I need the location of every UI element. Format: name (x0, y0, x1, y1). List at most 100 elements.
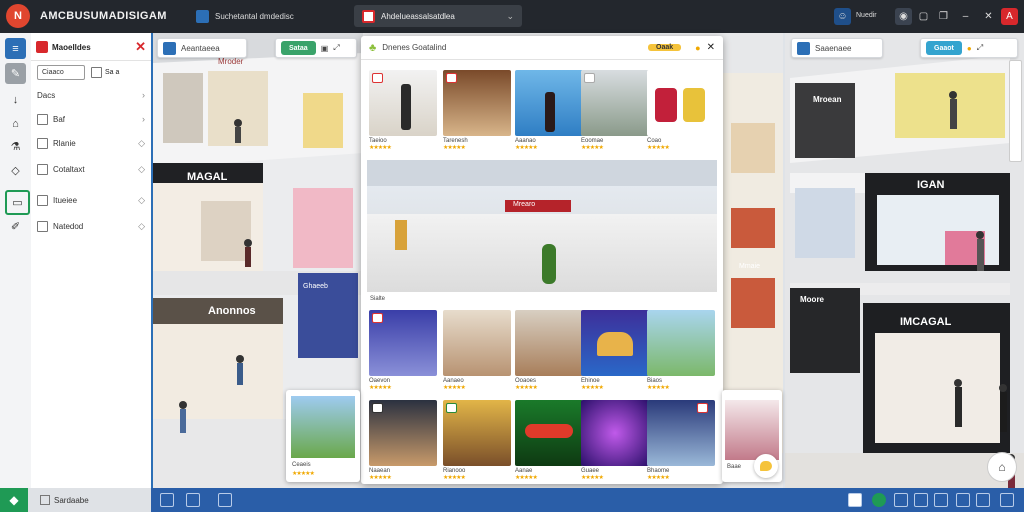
gallery-card[interactable]: Ehinoe ★★★★★ (581, 310, 649, 394)
flag-icon (362, 9, 375, 23)
checkbox[interactable] (37, 113, 48, 125)
user-avatar-icon[interactable]: ☺ (834, 8, 851, 25)
flask-tool-icon[interactable]: ⚗ (5, 136, 26, 157)
gallery-card[interactable]: Eoomae ★★★★★ (581, 70, 649, 154)
status-icon[interactable] (872, 493, 886, 507)
status-bar-label: Sardaabe (54, 495, 89, 505)
right-view-toolbar-label: Saaenaee (815, 43, 852, 53)
expand-icon[interactable]: ⤢ (333, 43, 339, 53)
gallery-card[interactable]: Naaean ★★★★★ (369, 400, 437, 484)
user-icon[interactable] (1000, 493, 1014, 507)
sidebar-item-natedod[interactable]: Natedod ◇ (37, 218, 145, 234)
checkbox[interactable] (37, 163, 48, 175)
pin-tool-icon[interactable]: ◇ (5, 160, 26, 181)
checkbox[interactable] (37, 194, 48, 206)
help-button[interactable]: ⌂ (987, 452, 1017, 482)
vertical-scrollbar[interactable] (1009, 60, 1022, 162)
pencil-tool-icon[interactable]: ✎ (5, 63, 26, 84)
thumbnail-image (581, 70, 649, 136)
store-sign: Mroder (218, 57, 244, 66)
gallery-card[interactable]: Ooaoes ★★★★★ (515, 310, 583, 394)
expand-icon[interactable]: ⤢ (977, 43, 983, 53)
sidebar-item-itueiee[interactable]: Itueiee ◇ (37, 192, 145, 208)
menu-icon[interactable]: ≡ (5, 38, 26, 59)
pin-icon: ◇ (138, 194, 145, 205)
thumbnail-image (443, 310, 511, 376)
image-icon[interactable] (848, 493, 862, 507)
tag-tool-icon[interactable]: ⌂ (5, 113, 26, 134)
sidebar-item-rlanie[interactable]: Rlanie ◇ (37, 135, 145, 151)
layers-icon[interactable] (186, 493, 200, 507)
gallery-card[interactable]: Aaanao ★★★★★ (515, 70, 583, 154)
gallery-title: Dnenes Goatalind (382, 43, 447, 52)
window-icon[interactable]: ▢ (915, 8, 932, 25)
tab-primary[interactable]: Suchetantal dmdedisc (196, 7, 341, 26)
bookmark-icon[interactable] (894, 493, 908, 507)
pin-icon: ◇ (138, 163, 145, 174)
gallery-card[interactable]: Taeioo ★★★★★ (369, 70, 437, 154)
filter-toggle[interactable]: Sa a (91, 67, 119, 78)
featured-image[interactable]: Mrearo (367, 160, 717, 292)
gallery-card[interactable]: Aanaeo ★★★★★ (443, 310, 511, 394)
gallery-card[interactable]: Aanae ★★★★★ (515, 400, 583, 484)
gallery-card[interactable]: Oaevon ★★★★★ (369, 310, 437, 394)
settings-icon[interactable] (976, 493, 990, 507)
card-rating: ★★★★★ (647, 145, 670, 151)
sidebar-item-cotaltaxt[interactable]: Cotaltaxt ◇ (37, 161, 145, 177)
tab-dropdown-label: Ahdelueassalsatdlea (381, 11, 455, 21)
panel-close-icon[interactable]: ✕ (135, 39, 146, 55)
checkbox[interactable] (40, 495, 50, 505)
status-bar (0, 488, 1024, 512)
bubble-icon[interactable]: ● (695, 43, 700, 53)
chat-icon[interactable]: ◉ (895, 8, 912, 25)
close-icon[interactable]: ✕ (707, 42, 715, 53)
gallery-card[interactable]: Rianooo ★★★★★ (443, 400, 511, 484)
pencil-icon[interactable] (934, 493, 948, 507)
grid-icon[interactable] (160, 493, 174, 507)
gallery-card[interactable]: Coao ★★★★★ (647, 70, 715, 154)
arrow-tool-icon[interactable]: ↓ (5, 89, 26, 110)
expand-icon[interactable] (218, 493, 232, 507)
card-rating: ★★★★★ (443, 145, 466, 151)
tab-dropdown[interactable]: Ahdelueassalsatdlea ⌄ (354, 5, 522, 27)
left-view-toolbar-label: Aeantaeea (181, 43, 220, 53)
gallery-card[interactable]: Bhaome ★★★★★ (647, 400, 715, 484)
list-icon[interactable] (956, 493, 970, 507)
thumbnail-image (647, 400, 715, 466)
chat-bubble-button[interactable] (754, 454, 778, 478)
left-view-pill[interactable]: Sataa (281, 41, 316, 55)
thumbnail-image (647, 70, 715, 136)
link-icon (196, 10, 209, 23)
star-icon[interactable]: ● (967, 44, 972, 53)
sidebar-item-label: Dacs (37, 90, 56, 100)
minimize-icon[interactable]: – (957, 8, 974, 25)
sidebar-item-baf[interactable]: Baf › (37, 111, 145, 127)
checkbox[interactable] (91, 67, 102, 78)
gallery-card[interactable]: Biaos ★★★★★ (647, 310, 715, 394)
right-view-pill[interactable]: Gaaot (926, 41, 962, 55)
gallery-card[interactable]: Guaee ★★★★★ (581, 400, 649, 484)
featured-label: Sialte (370, 296, 386, 302)
camera-icon[interactable] (163, 41, 176, 55)
mall-right-view: Mroean IGAN IMCAGAL Moore (785, 33, 1024, 488)
checkbox[interactable] (37, 220, 48, 232)
gallery-filter-pill[interactable]: Oaak (640, 41, 689, 55)
close-icon[interactable]: ✕ (980, 8, 997, 25)
folder-tool-icon[interactable]: ▭ (5, 190, 30, 215)
floating-card-left[interactable]: Ceaeis ★★★★★ (286, 390, 360, 482)
checkbox[interactable] (37, 137, 48, 149)
brand-icon[interactable]: A (1001, 8, 1018, 25)
gallery-card[interactable]: Tarenesh ★★★★★ (443, 70, 511, 154)
sidebar-item-label: Rlanie (53, 138, 76, 148)
card-rating: ★★★★★ (515, 145, 538, 151)
copy-icon[interactable]: ❐ (935, 8, 952, 25)
thumbnail-image (581, 310, 649, 376)
share-icon[interactable] (914, 493, 928, 507)
diamond-icon[interactable]: ◆ (0, 488, 28, 512)
app-logo[interactable]: N (6, 4, 30, 28)
cube-icon[interactable]: ▣ (321, 44, 329, 53)
brush-tool-icon[interactable]: ✐ (5, 216, 26, 237)
camera-icon[interactable] (797, 41, 810, 55)
filter-field[interactable]: Ciaaco (37, 65, 85, 80)
sidebar-item-dacs[interactable]: Dacs › (37, 87, 145, 103)
